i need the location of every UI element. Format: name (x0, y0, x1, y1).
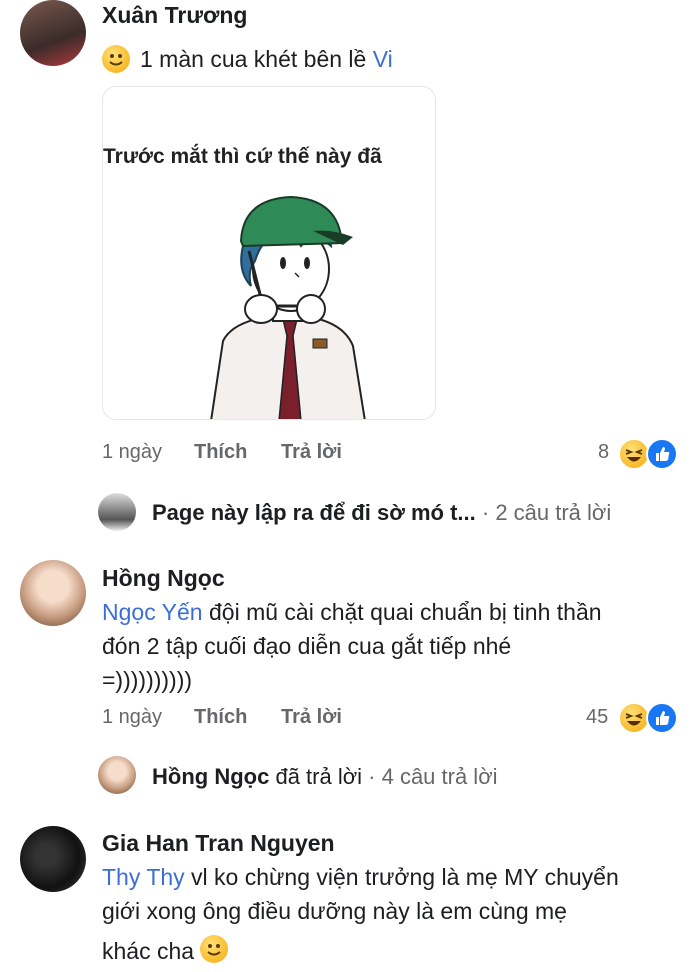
like-button[interactable]: Thích (194, 706, 247, 729)
reply-button[interactable]: Trả lời (281, 441, 342, 464)
reply-button[interactable]: Trả lời (281, 706, 342, 729)
sticker-image[interactable]: Trước mắt thì cứ thế này đã (102, 86, 436, 420)
like-reaction-icon (646, 438, 678, 470)
helmet-boy-illustration-icon (210, 195, 366, 419)
avatar[interactable] (98, 756, 136, 794)
comment-text: Ngọc Yến đội mũ cài chặt quai chuẩn bị t… (102, 599, 602, 693)
avatar[interactable] (20, 0, 86, 66)
sticker-caption: Trước mắt thì cứ thế này đã (103, 145, 382, 168)
avatar[interactable] (20, 826, 86, 892)
reply-thread-link[interactable]: Page này lập ra để đi sờ mó t... · 2 câu… (152, 500, 611, 526)
comment-author[interactable]: Xuân Trương (102, 2, 247, 29)
reaction-count[interactable]: 45 (586, 706, 608, 729)
comment-time[interactable]: 1 ngày (102, 441, 162, 464)
slight-smile-emoji-icon (102, 45, 130, 73)
like-button[interactable]: Thích (194, 441, 247, 464)
slight-smile-emoji-icon (200, 935, 229, 963)
avatar[interactable] (98, 493, 136, 531)
comment-author[interactable]: Hồng Ngọc (102, 565, 225, 592)
reaction-count[interactable]: 8 (598, 441, 609, 464)
reply-thread-link[interactable]: Hồng Ngọc đã trả lời · 4 câu trả lời (152, 764, 498, 790)
mention-link[interactable]: Thy Thy (102, 864, 185, 890)
avatar[interactable] (20, 560, 86, 626)
comment-author[interactable]: Gia Han Tran Nguyen (102, 830, 335, 857)
comment-text: Thy Thy vl ko chừng viện trưởng là mẹ MY… (102, 864, 619, 964)
like-reaction-icon (646, 702, 678, 734)
mention-link[interactable]: Ngọc Yến (102, 599, 203, 625)
comment-time[interactable]: 1 ngày (102, 706, 162, 729)
mention-link[interactable]: Vi (373, 46, 393, 72)
